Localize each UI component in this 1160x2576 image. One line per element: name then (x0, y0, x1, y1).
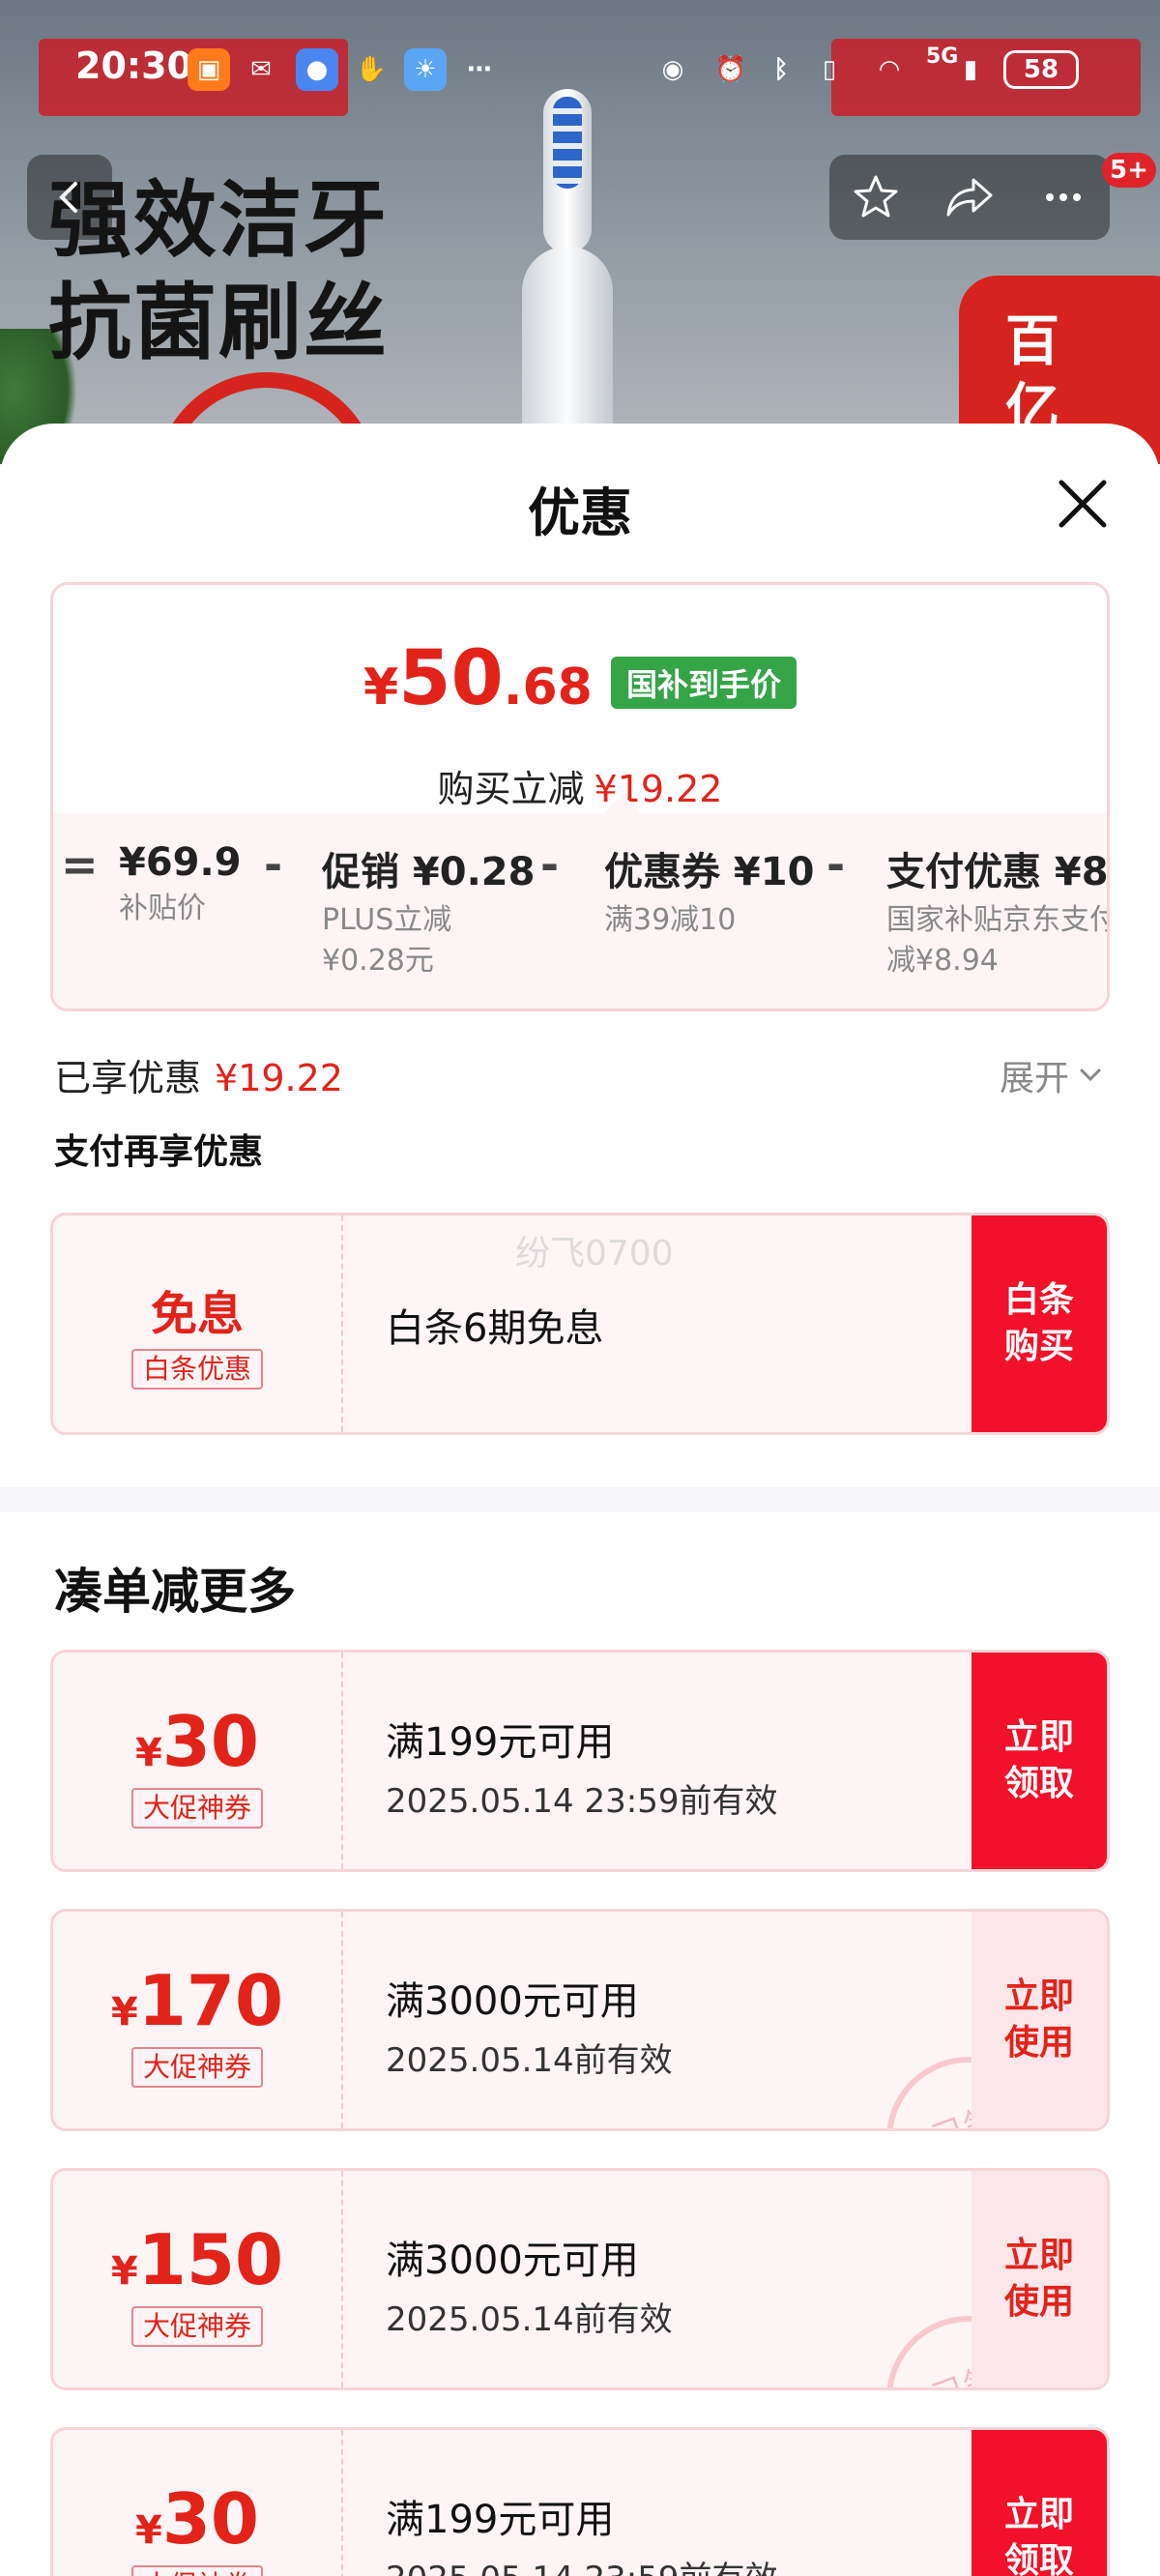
price-summary-card: ¥50.68 国补到手价 购买立减 ¥19.22 = ¥69.9 补贴价 - 促销… (50, 582, 1110, 1011)
coupon-condition: 满3000元可用 (386, 2239, 639, 2283)
subsidy-price-tag: 国补到手价 (610, 657, 797, 709)
minus-sign: - (264, 838, 283, 891)
coupon-left: ¥30 大促神券 (53, 1653, 343, 1869)
weather-icon: ☀ (404, 48, 447, 91)
coupon-info: 满3000元可用 2025.05.14前有效 (386, 1912, 673, 2081)
status-bar: 20:30 ▣ ✉ ● ✋ ☀ ⋯ ◉ ⏰ ᛒ ▯ ◠ 5G ▮ 58 (0, 39, 1160, 106)
discount-sheet: 优惠 ¥50.68 国补到手价 购买立减 ¥19.22 = ¥69.9 补贴价 -… (0, 424, 1160, 2576)
alarm-icon: ⏰ (714, 55, 747, 84)
claim-coupon-button[interactable]: 立即 领取 (972, 2430, 1107, 2576)
close-icon (1058, 480, 1107, 528)
baitiao-middle: 白条6期免息 (386, 1215, 603, 1353)
vibrate-icon: ▯ (822, 55, 837, 84)
coupon-left: ¥30 大促神券 (53, 2430, 343, 2576)
enjoyed-discount: 已享优惠 ¥19.22 (54, 1057, 343, 1099)
clock: 20:30 (75, 44, 192, 87)
coupon-info: 满199元可用 2025.05.14 23:59前有效 (386, 2430, 777, 2576)
coupon-expiry: 2025.05.14 23:59前有效 (386, 1782, 778, 1821)
coupon-badge: 大促神券 (130, 2565, 263, 2576)
coupon-card: ¥30 大促神券 满199元可用 2025.05.14 23:59前有效 立即领… (50, 2427, 1110, 2576)
star-icon[interactable] (851, 172, 901, 222)
coupon-amount: ¥30 (134, 1701, 260, 1782)
message-count-badge: 5+ (1102, 153, 1156, 188)
coupon-amount: ¥170 (110, 1960, 284, 2041)
header-actions (829, 155, 1110, 240)
breakdown-item-coupon: 优惠券 ¥10 满39减10 (604, 850, 815, 937)
minus-sign: - (826, 838, 846, 891)
baitiao-offer-card: 纷飞0700 免息 白条优惠 白条6期免息 白条 购买 (50, 1213, 1110, 1435)
use-coupon-button[interactable]: 立即 使用 (972, 1912, 1107, 2128)
coupon-info: 满199元可用 2025.05.14 23:59前有效 (386, 1653, 777, 1822)
coupon-info: 满3000元可用 2025.05.14前有效 (386, 2171, 673, 2340)
coupon-condition: 满3000元可用 (386, 1979, 639, 2024)
coupon-condition: 满199元可用 (386, 1720, 615, 1765)
coupon-card: ¥170 大促神券 满3000元可用 2025.05.14前有效 已领 立即 使用 (50, 1909, 1110, 2131)
pay-more-title: 支付再享优惠 (54, 1132, 264, 1172)
equals-sign: = (61, 838, 99, 891)
eye-icon: ◉ (661, 55, 684, 84)
use-coupon-button[interactable]: 立即 使用 (972, 2171, 1107, 2387)
coupon-left: ¥170 大促神券 (53, 1912, 343, 2128)
coupon-badge: 大促神券 (130, 2047, 263, 2088)
message-app-icon: ● (296, 48, 338, 91)
more-notifications-icon: ⋯ (467, 55, 492, 84)
baitiao-left: 免息 白条优惠 (53, 1215, 343, 1432)
coupon-amount: ¥150 (110, 2219, 284, 2300)
headline-line-2: 抗菌刷丝 (48, 275, 389, 371)
minus-sign: - (540, 838, 560, 891)
price-breakdown: = ¥69.9 补贴价 - 促销 ¥0.28 PLUS立减 ¥0.28元 - 优… (53, 794, 1110, 1009)
breakdown-item-promo: 促销 ¥0.28 PLUS立减 ¥0.28元 (322, 850, 536, 978)
taobao-app-icon: ▣ (188, 48, 230, 91)
coupon-expiry: 2025.05.14 23:59前有效 (386, 2552, 777, 2576)
coupon-amount: ¥30 (134, 2478, 260, 2560)
section-divider (0, 1487, 1160, 1512)
final-price: ¥50.68 (363, 635, 593, 722)
baitiao-buy-button[interactable]: 白条 购买 (972, 1215, 1107, 1432)
coupon-badge: 大促神券 (130, 1788, 263, 1829)
coupon-expiry: 2025.05.14前有效 (386, 2300, 673, 2339)
final-price-row: ¥50.68 国补到手价 (53, 635, 1107, 722)
section-title: 凑单减更多 (54, 1564, 296, 1620)
coupon-left: ¥150 大促神券 (53, 2171, 343, 2387)
baitiao-desc: 白条6期免息 (386, 1306, 604, 1351)
bluetooth-icon: ᛒ (773, 55, 789, 84)
coupon-badge: 大促神券 (130, 2306, 263, 2347)
chevron-down-icon (1080, 1068, 1101, 1082)
instant-reduction: 购买立减 ¥19.22 (437, 768, 723, 810)
coupon-card: ¥150 大促神券 满3000元可用 2025.05.14前有效 已领 立即 使用 (50, 2168, 1110, 2390)
hand-icon: ✋ (355, 55, 388, 84)
claim-coupon-button[interactable]: 立即 领取 (972, 1653, 1107, 1869)
back-icon (59, 182, 77, 213)
battery-indicator: 58 (1003, 50, 1079, 89)
breakdown-item-base: ¥69.9 补贴价 (119, 840, 242, 925)
coupon-card: ¥30 大促神券 满199元可用 2025.05.14 23:59前有效 立即领… (50, 1650, 1110, 1872)
coupon-expiry: 2025.05.14前有效 (386, 2041, 673, 2080)
breakdown-item-payment: 支付优惠 ¥8.9 国家补贴京东支付 减¥8.94 (886, 850, 1110, 978)
share-icon[interactable] (942, 172, 997, 222)
baitiao-badge: 白条优惠 (130, 1349, 263, 1390)
expand-toggle[interactable]: 展开 (1000, 1050, 1104, 1100)
coupon-condition: 满199元可用 (386, 2498, 615, 2542)
back-button[interactable] (27, 155, 112, 240)
toothbrush-bristles (553, 97, 582, 189)
more-icon[interactable] (1038, 172, 1088, 222)
wifi-icon: ◠ (880, 55, 899, 84)
signal-icon: ▮ (963, 55, 978, 84)
sheet-title: 优惠 (528, 483, 632, 543)
wechat-icon: ✉ (250, 55, 272, 84)
interest-free-title: 免息 (150, 1287, 244, 1341)
close-button[interactable] (1049, 470, 1116, 538)
